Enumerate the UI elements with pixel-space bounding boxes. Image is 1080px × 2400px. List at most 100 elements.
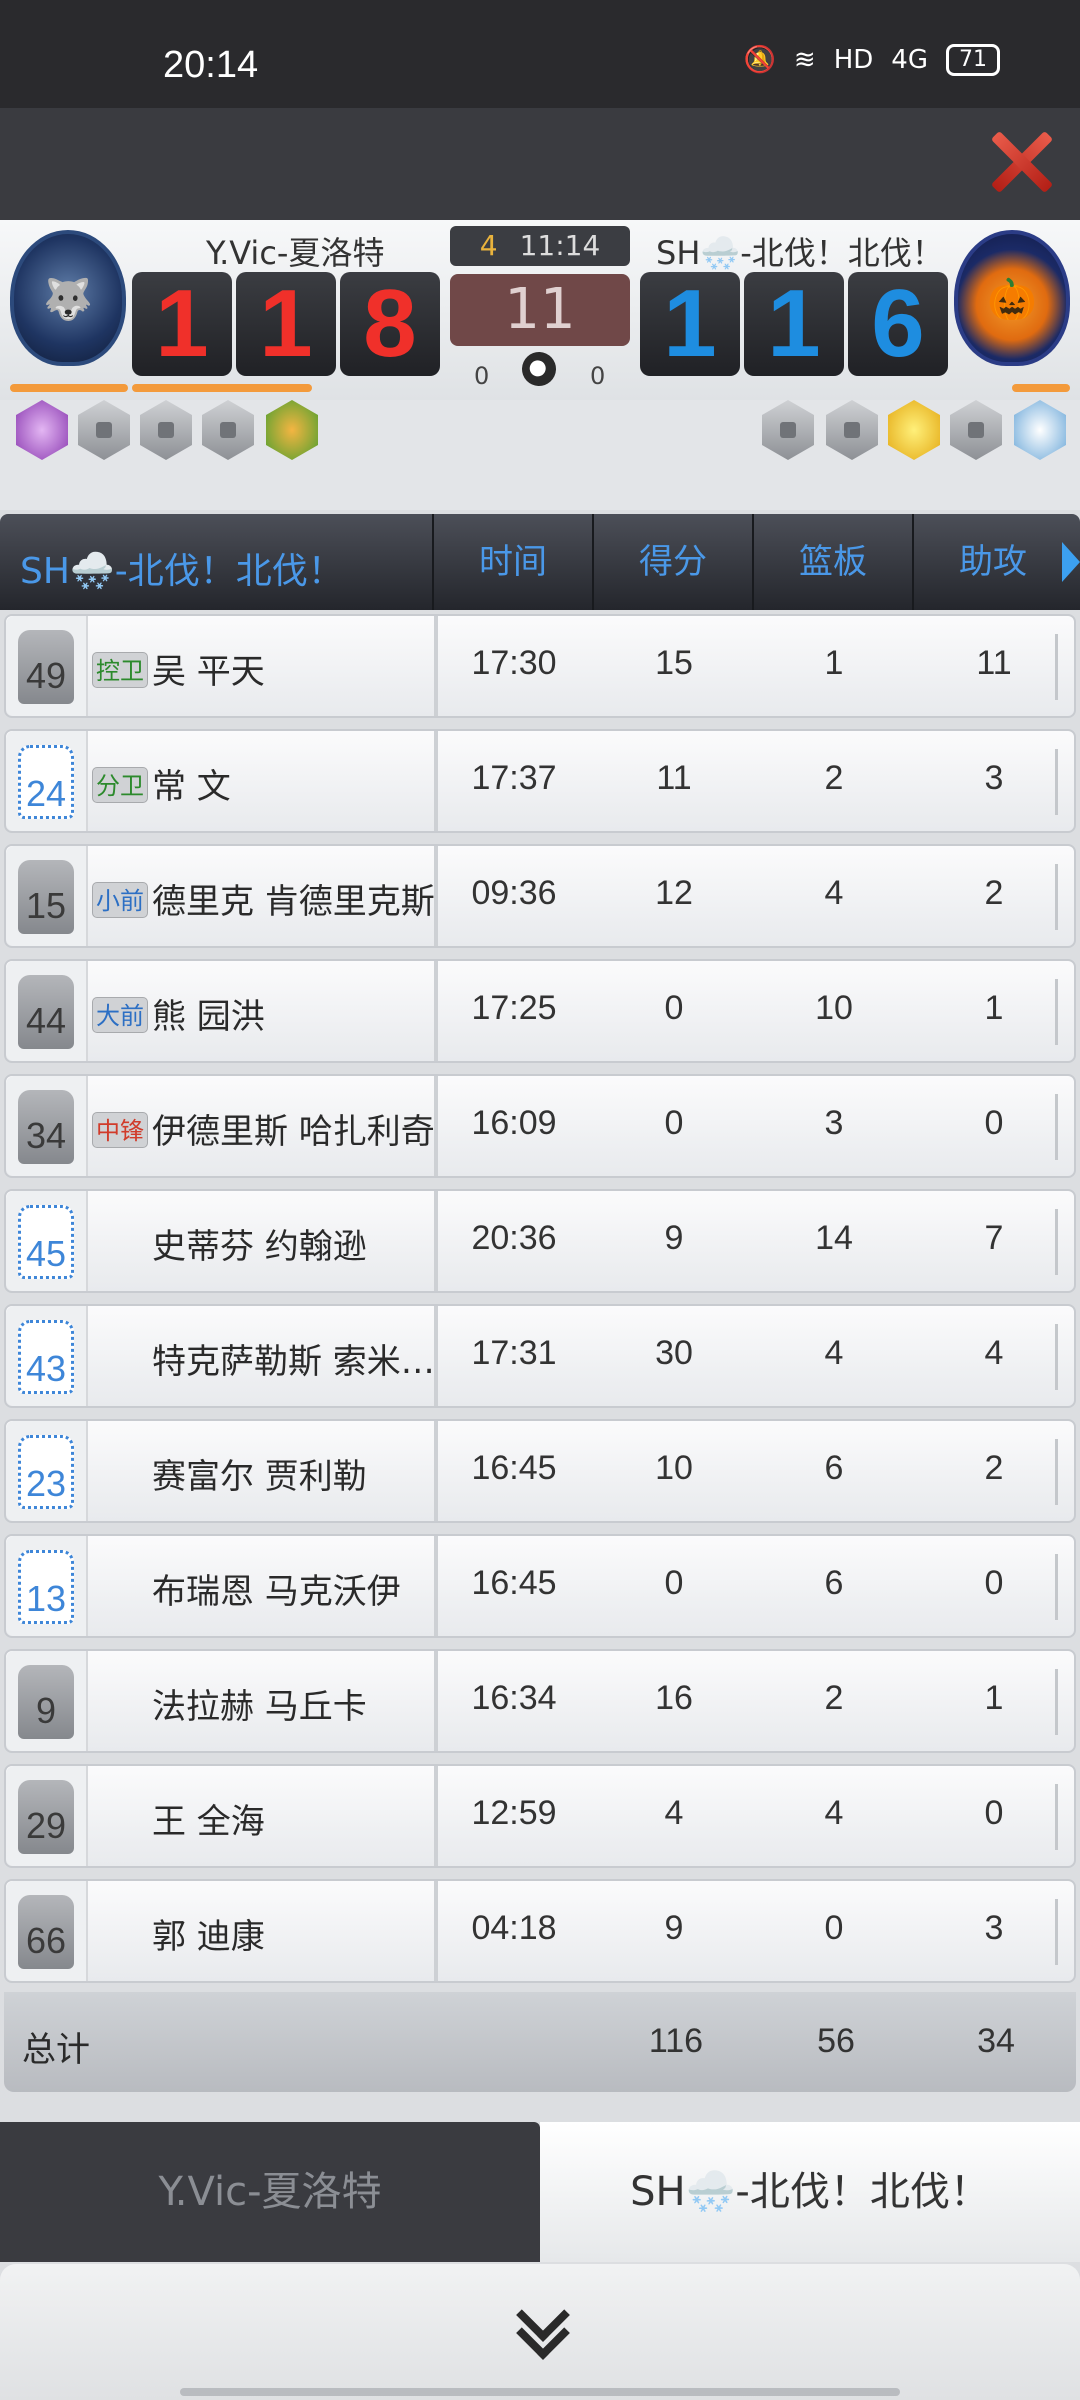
shot-clock: 11	[450, 274, 630, 346]
home-momentum-bar	[132, 384, 312, 392]
stat-points: 0	[664, 989, 684, 1027]
status-icons: 🔕 ≋ HD 4G 71	[744, 44, 1000, 76]
position-badge: 分卫	[92, 767, 148, 803]
double-chevron-down-icon[interactable]	[512, 2304, 568, 2354]
locked-badge-icon[interactable]	[826, 400, 878, 460]
stat-rebounds: 10	[815, 989, 853, 1027]
player-cell: 13 布瑞恩 马克沃伊	[6, 1536, 438, 1636]
player-name: 郭 迪康	[152, 1917, 265, 1957]
stat-rebounds: 4	[824, 1334, 844, 1372]
away-team-logo: 🎃	[954, 230, 1070, 366]
home-score-digit: 8	[340, 272, 440, 376]
table-row[interactable]: 15 小前 德里克 肯德里克斯 09:36 12 4 2	[4, 844, 1076, 948]
stat-points: 10	[655, 1449, 693, 1487]
game-clock: 4 11:14	[450, 226, 630, 266]
stat-time: 17:25	[471, 989, 557, 1027]
quarter: 4	[479, 229, 498, 262]
stat-time: 12:59	[471, 1794, 557, 1832]
jersey-cell: 15	[6, 846, 88, 946]
column-header-rebounds[interactable]: 篮板	[752, 514, 912, 610]
wolf-icon: 🐺	[43, 277, 93, 323]
table-row[interactable]: 66 郭 迪康 04:18 9 0 3	[4, 1879, 1076, 1983]
row-divider	[1055, 1209, 1058, 1275]
stat-time: 04:18	[471, 1909, 557, 1947]
row-divider	[1055, 1094, 1058, 1160]
player-name: 伊德里斯 哈扎利奇	[152, 1112, 435, 1152]
row-divider	[1055, 1439, 1058, 1505]
table-row[interactable]: 43 特克萨勒斯 索米… 17:31 30 4 4	[4, 1304, 1076, 1408]
player-cell: 44 大前熊 园洪	[6, 961, 438, 1061]
tab-home-team[interactable]: Y.Vic-夏洛特	[0, 2122, 540, 2262]
stat-points: 30	[655, 1334, 693, 1372]
stat-time: 16:45	[471, 1564, 557, 1602]
table-row[interactable]: 23 赛富尔 贾利勒 16:45 10 6 2	[4, 1419, 1076, 1523]
player-name: 德里克 肯德里克斯	[152, 882, 435, 922]
table-row[interactable]: 24 分卫常 文 17:37 11 2 3	[4, 729, 1076, 833]
jersey-cell: 29	[6, 1766, 88, 1866]
jersey-cell: 49	[6, 616, 88, 716]
stat-time: 16:34	[471, 1679, 557, 1717]
stat-assists: 3	[984, 759, 1004, 797]
badge-icon[interactable]	[1014, 400, 1066, 460]
jersey-icon: 13	[18, 1550, 74, 1624]
table-row[interactable]: 34 中锋 伊德里斯 哈扎利奇 16:09 0 3 0	[4, 1074, 1076, 1178]
pumpkin-icon: 🎃	[987, 277, 1037, 323]
stat-rebounds: 2	[824, 759, 844, 797]
position-badge: 小前	[92, 882, 148, 918]
jersey-icon: 44	[18, 975, 74, 1049]
stat-assists: 7	[984, 1219, 1004, 1257]
player-name: 吴 平天	[152, 652, 265, 692]
away-team-name: SH🌨️-北伐！北伐！	[656, 234, 944, 272]
signal-icon: 4G	[891, 45, 928, 75]
badge-icon[interactable]	[266, 400, 318, 460]
stat-points: 9	[664, 1219, 684, 1257]
jersey-icon: 9	[18, 1665, 74, 1739]
locked-badge-icon[interactable]	[78, 400, 130, 460]
row-divider	[1055, 749, 1058, 815]
table-row[interactable]: 44 大前熊 园洪 17:25 0 10 1	[4, 959, 1076, 1063]
table-row[interactable]: 13 布瑞恩 马克沃伊 16:45 0 6 0	[4, 1534, 1076, 1638]
stat-points: 0	[664, 1564, 684, 1602]
column-header-time[interactable]: 时间	[432, 514, 592, 610]
game-time: 11:14	[519, 229, 601, 262]
stat-rebounds: 3	[824, 1104, 844, 1142]
stat-rebounds: 4	[824, 1794, 844, 1832]
jersey-icon: 23	[18, 1435, 74, 1509]
stat-time: 16:09	[471, 1104, 557, 1142]
stat-rebounds: 2	[824, 1679, 844, 1717]
bottom-scrollbar	[180, 2388, 900, 2396]
stat-points: 4	[664, 1794, 684, 1832]
table-row[interactable]: 49 控卫吴 平天 17:30 15 1 11	[4, 614, 1076, 718]
locked-badge-icon[interactable]	[202, 400, 254, 460]
table-row[interactable]: 45 史蒂芬 约翰逊 20:36 9 14 7	[4, 1189, 1076, 1293]
table-row[interactable]: 9 法拉赫 马丘卡 16:34 16 2 1	[4, 1649, 1076, 1753]
home-momentum-bar	[10, 384, 128, 392]
column-header-points[interactable]: 得分	[592, 514, 752, 610]
badge-icon[interactable]	[16, 400, 68, 460]
player-name: 史蒂芬 约翰逊	[152, 1227, 367, 1267]
badge-icon[interactable]	[888, 400, 940, 460]
battery-icon: 71	[946, 44, 1000, 76]
locked-badge-icon[interactable]	[140, 400, 192, 460]
stat-rebounds: 6	[824, 1564, 844, 1602]
table-team-name: SH🌨️-北伐！北伐！	[20, 551, 344, 592]
table-row[interactable]: 29 王 全海 12:59 4 4 0	[4, 1764, 1076, 1868]
player-cell: 49 控卫吴 平天	[6, 616, 438, 716]
tab-away-team[interactable]: SH🌨️-北伐！北伐！	[540, 2122, 1080, 2262]
stat-time: 17:37	[471, 759, 557, 797]
home-fouls: 0	[474, 362, 490, 390]
stat-rebounds: 1	[824, 644, 844, 682]
close-icon[interactable]	[988, 128, 1054, 194]
locked-badge-icon[interactable]	[950, 400, 1002, 460]
jersey-icon: 45	[18, 1205, 74, 1279]
scroll-right-icon[interactable]	[1062, 542, 1080, 582]
locked-badge-icon[interactable]	[762, 400, 814, 460]
jersey-icon: 49	[18, 630, 74, 704]
column-header-assists[interactable]: 助攻	[912, 514, 1072, 610]
jersey-cell: 45	[6, 1191, 88, 1291]
mute-icon: 🔕	[743, 45, 776, 75]
stat-time: 17:31	[471, 1334, 557, 1372]
player-cell: 24 分卫常 文	[6, 731, 438, 831]
jersey-icon: 15	[18, 860, 74, 934]
stat-time: 09:36	[471, 874, 557, 912]
